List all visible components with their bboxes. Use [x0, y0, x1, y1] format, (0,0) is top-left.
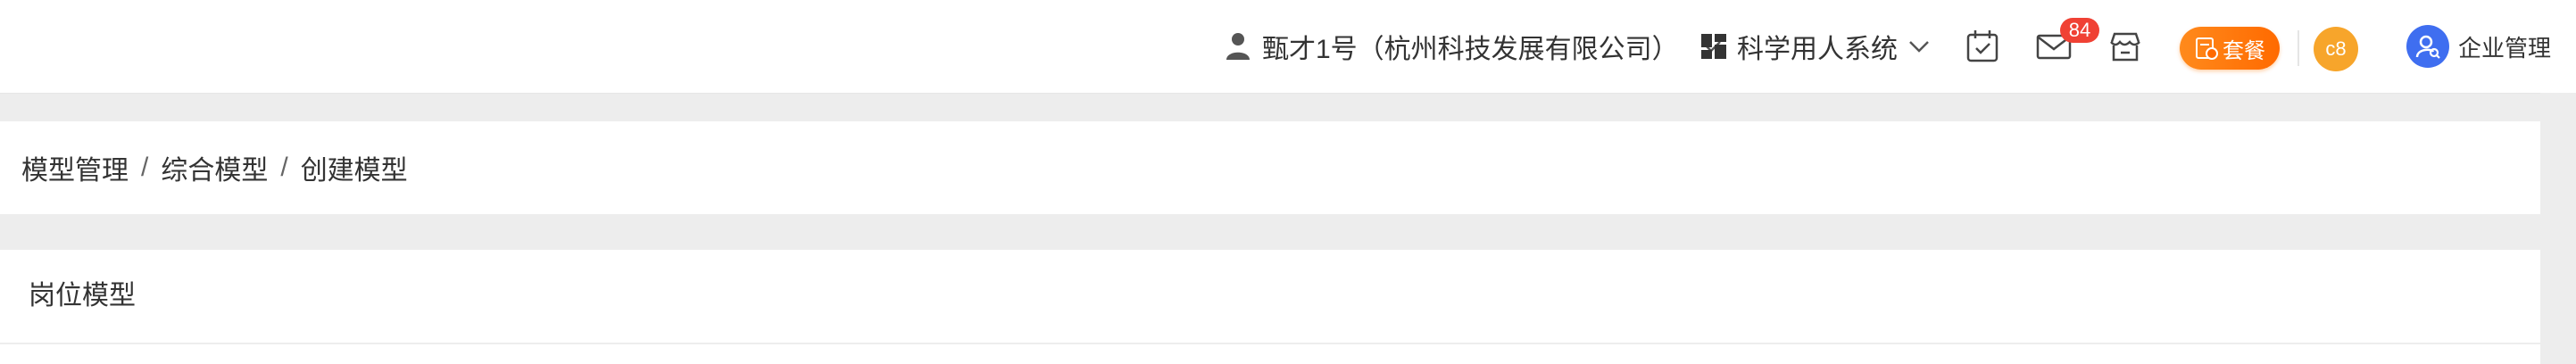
- calendar-check-icon: [1966, 30, 1998, 62]
- calendar-button[interactable]: [1964, 0, 2001, 93]
- breadcrumb-item-create-model: 创建模型: [300, 156, 408, 186]
- company-user-selector[interactable]: 甄才1号（杭州科技发展有限公司）: [1225, 0, 1724, 93]
- admin-avatar-icon: [2406, 25, 2449, 68]
- store-button[interactable]: [2107, 0, 2144, 93]
- chevron-down-icon: [1909, 41, 1929, 53]
- breadcrumb-item-comprehensive-model[interactable]: 综合模型: [161, 148, 268, 187]
- divider: [2298, 30, 2299, 66]
- grid-icon: [1701, 34, 1726, 59]
- section-title: 岗位模型: [29, 281, 136, 310]
- scrollbar-track[interactable]: [2540, 93, 2576, 364]
- company-user-label: 甄才1号（杭州科技发展有限公司）: [1262, 35, 1679, 64]
- breadcrumb: 模型管理 / 综合模型 / 创建模型: [0, 121, 2540, 214]
- divider: [0, 343, 2540, 344]
- admin-label: 企业管理: [2458, 34, 2552, 62]
- package-icon: [2196, 37, 2218, 60]
- position-model-panel: 岗位模型: [0, 250, 2540, 364]
- mail-button[interactable]: [2035, 0, 2073, 93]
- store-icon: [2110, 32, 2140, 62]
- package-label: 套餐: [2223, 38, 2265, 63]
- avatar[interactable]: c8: [2314, 27, 2358, 71]
- breadcrumb-separator: /: [280, 153, 288, 182]
- top-navigation-bar: 甄才1号（杭州科技发展有限公司） 科学用人系统 84 套餐 c8 企业管理: [0, 0, 2576, 94]
- breadcrumb-item-model-management[interactable]: 模型管理: [0, 148, 129, 187]
- mail-count-badge: 84: [2060, 18, 2099, 43]
- breadcrumb-separator: /: [141, 153, 149, 182]
- system-switcher[interactable]: 科学用人系统: [1701, 0, 1932, 93]
- user-icon: [1226, 33, 1250, 60]
- enterprise-admin-link[interactable]: 企业管理: [2406, 0, 2551, 93]
- system-label: 科学用人系统: [1737, 35, 1898, 64]
- package-button[interactable]: 套餐: [2180, 27, 2280, 70]
